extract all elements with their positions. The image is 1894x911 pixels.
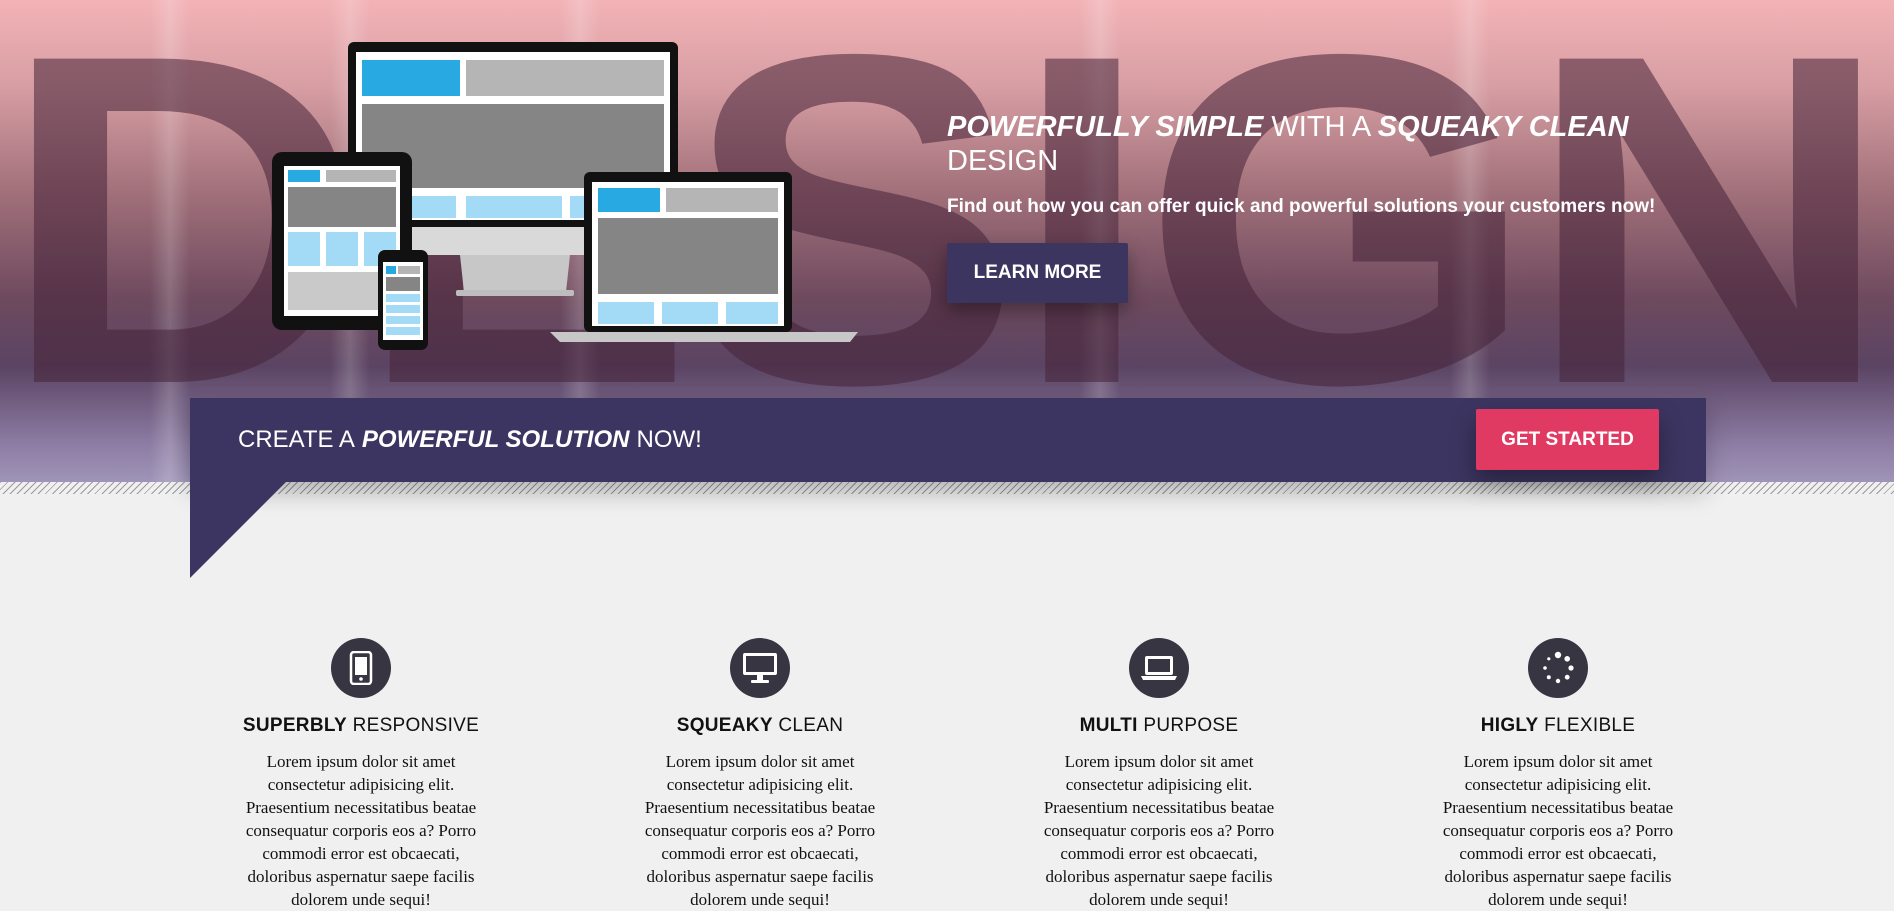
feature-description: Lorem ipsum dolor sit amet consectetur a… [644, 752, 876, 909]
feature-flexible: HIGLY FLEXIBLE Lorem ipsum dolor sit ame… [1418, 638, 1698, 911]
get-started-button[interactable]: GET STARTED [1476, 409, 1659, 470]
feature-title: SQUEAKY CLEAN [676, 715, 844, 736]
headline-text: DESIGN [947, 145, 1059, 177]
feature-description: Lorem ipsum dolor sit amet consectetur a… [1043, 752, 1275, 909]
cta-banner-tail [190, 481, 287, 578]
smartphone-icon [331, 638, 391, 698]
feature-responsive: SUPERBLY RESPONSIVE Lorem ipsum dolor si… [221, 638, 501, 911]
hero-headline: POWERFULLY SIMPLE WITH A SQUEAKY CLEAN D… [947, 110, 1707, 178]
laptop-icon [1129, 638, 1189, 698]
cta-text-emphasis: POWERFUL SOLUTION [361, 426, 630, 453]
feature-description: Lorem ipsum dolor sit amet consectetur a… [1442, 752, 1674, 909]
cta-text: CREATE A POWERFUL SOLUTION NOW! [238, 398, 702, 482]
feature-multipurpose: MULTI PURPOSE Lorem ipsum dolor sit amet… [1019, 638, 1299, 911]
cta-text-suffix: NOW! [636, 426, 702, 453]
feature-title: SUPERBLY RESPONSIVE [242, 715, 480, 736]
cta-text-prefix: CREATE A [238, 426, 355, 453]
headline-text: WITH A [1271, 111, 1370, 143]
feature-title: HIGLY FLEXIBLE [1480, 715, 1636, 736]
responsive-devices-illustration [272, 42, 858, 350]
feature-clean: SQUEAKY CLEAN Lorem ipsum dolor sit amet… [620, 638, 900, 911]
hero-subheadline: Find out how you can offer quick and pow… [947, 196, 1656, 217]
headline-emphasis: SQUEAKY CLEAN [1377, 111, 1629, 143]
feature-description: Lorem ipsum dolor sit amet consectetur a… [245, 752, 477, 909]
spinner-icon [1528, 638, 1588, 698]
headline-emphasis: POWERFULLY SIMPLE [947, 111, 1264, 143]
desktop-icon [730, 638, 790, 698]
cta-banner: CREATE A POWERFUL SOLUTION NOW! GET STAR… [190, 398, 1706, 482]
learn-more-button[interactable]: LEARN MORE [947, 243, 1128, 303]
feature-title: MULTI PURPOSE [1079, 715, 1239, 736]
